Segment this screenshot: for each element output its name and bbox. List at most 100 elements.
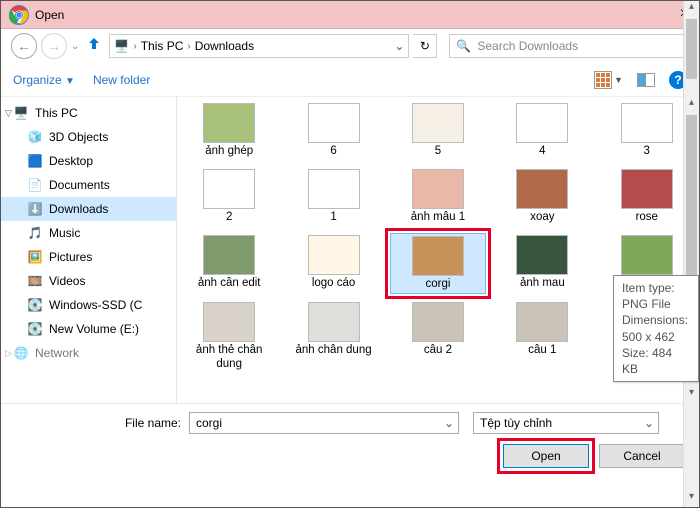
file-thumbnail — [203, 302, 255, 342]
folder-icon: 🖼️ — [27, 249, 43, 265]
view-mode-button[interactable]: ▼ — [594, 71, 623, 89]
dialog-bottom: File name: corgi ⌄ Tệp tùy chỉnh ⌄ Open … — [1, 403, 699, 476]
file-label: ảnh mẫu 1 — [411, 211, 465, 225]
file-item[interactable]: corgi — [390, 233, 486, 295]
file-item[interactable]: 4 — [494, 101, 590, 161]
sidebar-item[interactable]: ▷🌐Network — [1, 341, 176, 365]
tooltip-line: Dimensions: 500 x 462 — [622, 312, 690, 344]
filetype-filter[interactable]: Tệp tùy chỉnh ⌄ — [473, 412, 659, 434]
file-thumbnail — [308, 302, 360, 342]
expand-icon[interactable]: ▽ — [5, 108, 12, 119]
file-thumbnail — [203, 235, 255, 275]
file-thumbnail — [516, 235, 568, 275]
file-thumbnail — [412, 169, 464, 209]
folder-icon: 🎞️ — [27, 273, 43, 289]
organize-menu[interactable]: Organize ▼ — [13, 73, 75, 87]
search-input[interactable]: 🔍 Search Downloads — [449, 34, 689, 58]
sidebar-item-label: Desktop — [49, 154, 93, 168]
search-icon: 🔍 — [456, 39, 471, 53]
sidebar-item-label: Windows-SSD (C — [49, 298, 142, 312]
sidebar-item[interactable]: ⬇️Downloads — [1, 197, 176, 221]
file-label: ảnh mau — [520, 277, 565, 291]
chevron-down-icon: ▼ — [614, 75, 623, 85]
file-label: 3 — [644, 145, 650, 159]
filename-input[interactable]: corgi ⌄ — [189, 412, 459, 434]
refresh-button[interactable]: ↻ — [413, 34, 437, 58]
file-item[interactable]: ảnh chân dung — [286, 300, 382, 374]
breadcrumb-segment[interactable]: Downloads — [195, 39, 254, 53]
file-item[interactable]: logo cáo — [286, 233, 382, 295]
recent-dropdown-icon[interactable]: ⌄ — [71, 41, 79, 52]
sidebar-item[interactable]: 🖼️ Pictures — [1, 245, 176, 269]
folder-icon: 🌐 — [13, 345, 29, 361]
chevron-down-icon[interactable]: ⌄ — [444, 416, 454, 430]
file-thumbnail — [203, 103, 255, 143]
sidebar-item-label: Music — [49, 226, 80, 240]
file-thumbnail — [203, 169, 255, 209]
sidebar-item-label: Documents — [49, 178, 110, 192]
address-bar[interactable]: 🖥️ › This PC › Downloads ⌄ — [109, 34, 409, 58]
file-item[interactable]: câu 2 — [390, 300, 486, 374]
file-pane[interactable]: ảnh ghép 654 3 2 1 ảnh mẫu 1 xoay rose ảnh cần e… — [177, 97, 699, 403]
file-item[interactable]: ảnh cần edit — [181, 233, 277, 295]
chevron-icon: › — [133, 41, 136, 52]
file-thumbnail — [308, 169, 360, 209]
file-item[interactable]: ảnh thẻ chân dung — [181, 300, 277, 374]
file-label: ảnh cần edit — [198, 277, 261, 291]
nav-back-button[interactable]: ← — [11, 33, 37, 59]
tooltip-line: Size: 484 KB — [622, 345, 690, 377]
sidebar-item[interactable]: 🎞️ Videos — [1, 269, 176, 293]
file-item[interactable]: ảnh mau — [494, 233, 590, 295]
chevron-down-icon[interactable]: ⌄ — [644, 416, 654, 430]
cancel-button[interactable]: Cancel — [599, 444, 685, 468]
sidebar-item-label: Videos — [49, 274, 85, 288]
sidebar-item[interactable]: 💽Windows-SSD (C — [1, 293, 176, 317]
file-item[interactable]: xoay — [494, 167, 590, 227]
sidebar-item[interactable]: 🧊3D Objects — [1, 125, 176, 149]
file-label: câu 1 — [528, 344, 556, 358]
expand-icon[interactable]: ▷ — [5, 348, 12, 359]
nav-up-button[interactable] — [83, 35, 105, 58]
filename-label: File name: — [15, 416, 181, 430]
file-label: ảnh chân dung — [296, 344, 372, 358]
file-item[interactable]: 2 — [181, 167, 277, 227]
pc-icon: 🖥️ — [114, 39, 129, 53]
file-label: xoay — [530, 211, 554, 225]
sidebar-item[interactable]: 📄Documents — [1, 173, 176, 197]
file-thumbnail — [516, 302, 568, 342]
search-placeholder: Search Downloads — [477, 39, 578, 53]
tooltip-line: Item type: PNG File — [622, 280, 690, 312]
file-label: 1 — [330, 211, 336, 225]
new-folder-button[interactable]: New folder — [93, 73, 150, 87]
sidebar-item-label: Pictures — [49, 250, 92, 264]
file-item[interactable]: rose — [599, 167, 695, 227]
file-label: rose — [636, 211, 658, 225]
file-item[interactable]: ảnh ghép — [181, 101, 277, 161]
chevron-down-icon: ▼ — [65, 76, 75, 87]
preview-pane-button[interactable] — [637, 73, 655, 87]
sidebar-item[interactable]: 🎵Music — [1, 221, 176, 245]
titlebar: Open × — [1, 1, 699, 29]
file-item[interactable]: 1 — [286, 167, 382, 227]
file-thumbnail — [412, 302, 464, 342]
breadcrumb-segment[interactable]: This PC — [141, 39, 184, 53]
filename-value: corgi — [196, 416, 222, 430]
file-item[interactable]: câu 1 — [494, 300, 590, 374]
file-item[interactable]: 5 — [390, 101, 486, 161]
sidebar-item[interactable]: ▽🖥️This PC — [1, 101, 176, 125]
open-button-highlight: Open — [503, 444, 589, 468]
file-item[interactable]: 3 — [599, 101, 695, 161]
sidebar-item-label: New Volume (E:) — [49, 322, 139, 336]
address-dropdown-icon[interactable]: ⌄ — [394, 39, 404, 53]
chrome-icon — [9, 5, 29, 25]
file-label: logo cáo — [312, 277, 355, 291]
file-item[interactable]: 6 — [286, 101, 382, 161]
sidebar-item[interactable]: 💽New Volume (E:) — [1, 317, 176, 341]
file-label: ảnh ghép — [205, 145, 253, 159]
file-item[interactable]: ảnh mẫu 1 — [390, 167, 486, 227]
open-button[interactable]: Open — [503, 444, 589, 468]
folder-icon: 🧊 — [27, 129, 43, 145]
file-thumbnail — [516, 103, 568, 143]
sidebar-item[interactable]: 🟦Desktop — [1, 149, 176, 173]
file-thumbnail — [621, 103, 673, 143]
